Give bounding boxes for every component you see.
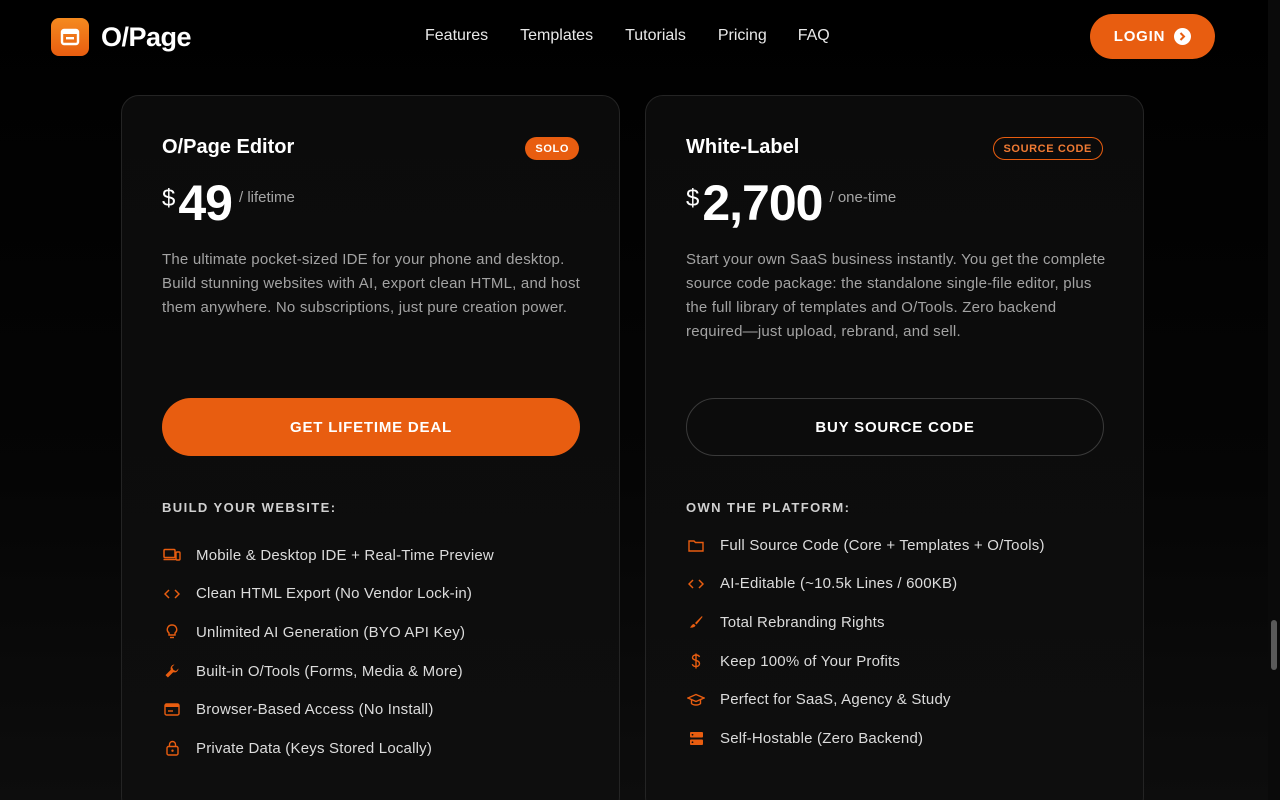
price-period: / lifetime	[238, 189, 295, 206]
lightbulb-icon	[162, 622, 182, 642]
plan-price: $ 49 / lifetime	[162, 174, 295, 232]
list-item: Unlimited AI Generation (BYO API Key)	[162, 613, 582, 652]
nav-pricing[interactable]: Pricing	[718, 27, 767, 45]
feature-label: Mobile & Desktop IDE + Real-Time Preview	[196, 546, 494, 564]
price-amount: 49	[178, 175, 233, 231]
feature-label: Perfect for SaaS, Agency & Study	[720, 691, 951, 709]
dollar-icon	[686, 651, 706, 671]
feature-label: Full Source Code (Core + Templates + O/T…	[720, 536, 1045, 554]
server-icon	[686, 728, 706, 748]
code-icon	[686, 574, 706, 594]
feature-label: Total Rebranding Rights	[720, 613, 885, 631]
login-button[interactable]: LOGIN	[1090, 14, 1215, 59]
nav-templates[interactable]: Templates	[520, 27, 593, 45]
scrollbar-thumb[interactable]	[1271, 620, 1277, 670]
pricing-card-white-label: White-Label SOURCE CODE $ 2,700 / one-ti…	[645, 95, 1144, 800]
lock-icon	[162, 738, 182, 758]
list-item: Built-in O/Tools (Forms, Media & More)	[162, 652, 582, 691]
brush-icon	[686, 612, 706, 632]
devices-icon	[162, 545, 182, 565]
list-item: Browser-Based Access (No Install)	[162, 690, 582, 729]
features-heading: BUILD YOUR WEBSITE:	[162, 500, 337, 515]
plan-price: $ 2,700 / one-time	[686, 174, 896, 232]
features-list: Mobile & Desktop IDE + Real-Time Preview…	[162, 536, 582, 768]
logo-icon	[51, 18, 89, 56]
pricing-card-editor: O/Page Editor SOLO $ 49 / lifetime The u…	[121, 95, 620, 800]
list-item: Self-Hostable (Zero Backend)	[686, 719, 1106, 758]
graduation-cap-icon	[686, 690, 706, 710]
list-item: Full Source Code (Core + Templates + O/T…	[686, 526, 1106, 565]
brand-logo[interactable]: O/Page	[51, 18, 192, 56]
feature-label: AI-Editable (~10.5k Lines / 600KB)	[720, 575, 958, 593]
main-nav: Features Templates Tutorials Pricing FAQ	[425, 27, 830, 45]
plan-description: Start your own SaaS business instantly. …	[686, 251, 1106, 340]
nav-features[interactable]: Features	[425, 27, 488, 45]
list-item: Perfect for SaaS, Agency & Study	[686, 680, 1106, 719]
features-heading: OWN THE PLATFORM:	[686, 500, 851, 515]
get-lifetime-deal-button[interactable]: GET LIFETIME DEAL	[162, 398, 580, 456]
feature-label: Browser-Based Access (No Install)	[196, 701, 434, 719]
price-currency: $	[162, 185, 176, 212]
wrench-icon	[162, 661, 182, 681]
nav-faq[interactable]: FAQ	[798, 27, 830, 45]
price-amount: 2,700	[702, 175, 823, 231]
plan-badge: SOLO	[525, 137, 579, 160]
browser-icon	[162, 700, 182, 720]
feature-label: Self-Hostable (Zero Backend)	[720, 729, 924, 747]
list-item: Clean HTML Export (No Vendor Lock-in)	[162, 575, 582, 614]
nav-tutorials[interactable]: Tutorials	[625, 27, 686, 45]
site-header: O/Page Features Templates Tutorials Pric…	[0, 0, 1268, 76]
plan-title: White-Label	[686, 136, 800, 158]
list-item: Private Data (Keys Stored Locally)	[162, 729, 582, 768]
list-item: Keep 100% of Your Profits	[686, 642, 1106, 681]
price-period: / one-time	[829, 189, 897, 206]
code-icon	[162, 584, 182, 604]
list-item: Total Rebranding Rights	[686, 603, 1106, 642]
plan-description: The ultimate pocket-sized IDE for your p…	[162, 251, 581, 316]
list-item: AI-Editable (~10.5k Lines / 600KB)	[686, 565, 1106, 604]
feature-label: Private Data (Keys Stored Locally)	[196, 739, 433, 757]
plan-title: O/Page Editor	[162, 136, 295, 158]
brand-name: O/Page	[101, 21, 192, 52]
login-label: LOGIN	[1113, 28, 1166, 45]
feature-label: Keep 100% of Your Profits	[720, 652, 901, 670]
arrow-right-circle-icon	[1174, 28, 1192, 45]
buy-source-code-button[interactable]: BUY SOURCE CODE	[686, 398, 1104, 456]
plan-badge: SOURCE CODE	[992, 137, 1103, 160]
feature-label: Unlimited AI Generation (BYO API Key)	[196, 623, 466, 641]
page-scrollbar[interactable]	[1268, 0, 1280, 800]
feature-label: Clean HTML Export (No Vendor Lock-in)	[196, 585, 473, 603]
feature-label: Built-in O/Tools (Forms, Media & More)	[196, 662, 463, 680]
folder-icon	[686, 535, 706, 555]
list-item: Mobile & Desktop IDE + Real-Time Preview	[162, 536, 582, 575]
features-list: Full Source Code (Core + Templates + O/T…	[686, 526, 1106, 758]
price-currency: $	[686, 185, 700, 212]
